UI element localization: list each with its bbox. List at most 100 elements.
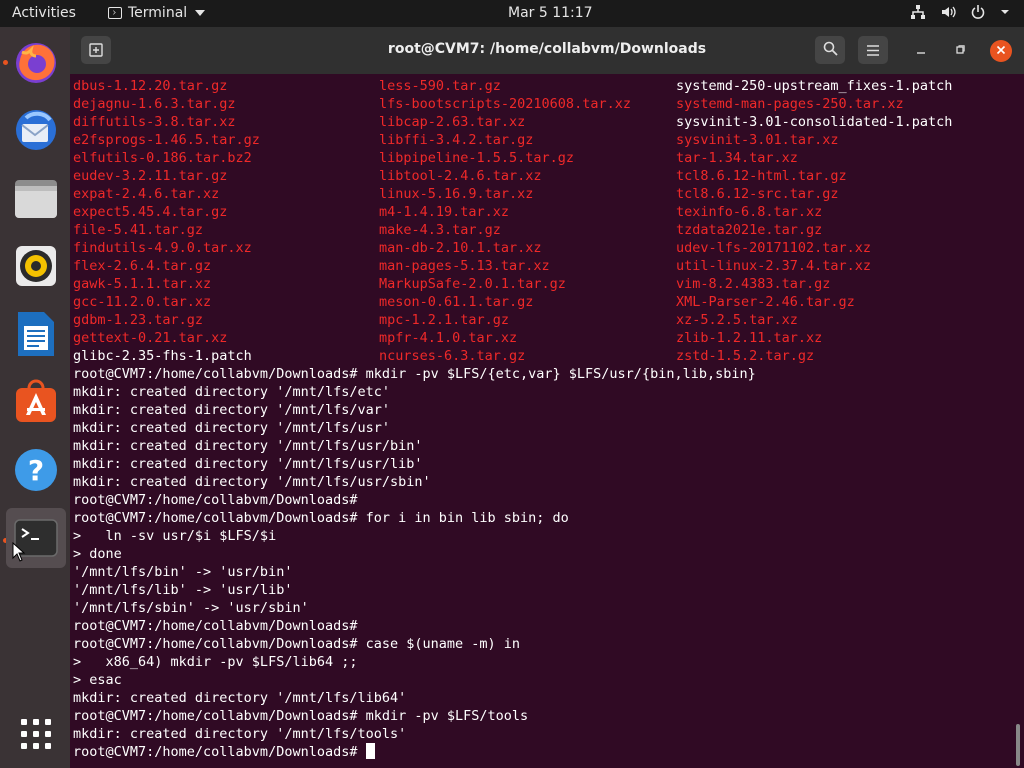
clock[interactable]: Mar 5 11:17 (508, 5, 593, 21)
terminal-line: mkdir: created directory '/mnt/lfs/lib64… (73, 690, 407, 706)
maximize-button[interactable] (949, 40, 971, 62)
terminal-line: root@CVM7:/home/collabvm/Downloads# mkdi… (73, 708, 529, 724)
writer-icon[interactable] (6, 304, 66, 364)
file-entry: flex-2.6.4.tar.gz (73, 258, 212, 274)
activities-button[interactable]: Activities (12, 5, 76, 21)
software-icon[interactable] (6, 372, 66, 432)
search-icon (823, 41, 838, 60)
file-entry: zstd-1.5.2.tar.gz (676, 348, 815, 364)
terminal-line: mkdir: created directory '/mnt/lfs/usr/l… (73, 456, 423, 472)
terminal-output[interactable]: dbus-1.12.20.tar.gz dejagnu-1.6.3.tar.gz d… (73, 77, 1011, 767)
file-entry: sysvinit-3.01.tar.xz (676, 132, 839, 148)
file-entry: XML-Parser-2.46.tar.gz (676, 294, 855, 310)
file-entry: xz-5.2.5.tar.xz (676, 312, 798, 328)
svg-text:?: ? (28, 454, 44, 487)
terminal-line: '/mnt/lfs/lib' -> 'usr/lib' (73, 582, 293, 598)
file-entry: gettext-0.21.tar.xz (73, 330, 228, 346)
minimize-button[interactable] (910, 40, 932, 62)
thunderbird-icon[interactable] (6, 100, 66, 160)
file-entry: tar-1.34.tar.xz (676, 150, 798, 166)
file-entry: meson-0.61.1.tar.gz (379, 294, 534, 310)
file-entry: linux-5.16.9.tar.xz (379, 186, 534, 202)
close-button[interactable] (990, 40, 1012, 62)
file-column-2: less-590.tar.gz lfs-bootscripts-20210608.… (379, 77, 631, 365)
terminal-line: mkdir: created directory '/mnt/lfs/var' (73, 402, 390, 418)
file-entry: libcap-2.63.tar.xz (379, 114, 526, 130)
file-entry: man-pages-5.13.tar.xz (379, 258, 550, 274)
file-entry: MarkupSafe-2.0.1.tar.gz (379, 276, 566, 292)
file-listing: dbus-1.12.20.tar.gz dejagnu-1.6.3.tar.gz d… (73, 77, 1011, 365)
help-icon[interactable]: ? (6, 440, 66, 500)
search-button[interactable] (815, 36, 845, 64)
dock: ? (0, 27, 70, 768)
top-bar: Activities Terminal Mar 5 11:17 (0, 0, 1024, 27)
file-entry: man-db-2.10.1.tar.xz (379, 240, 542, 256)
chevron-down-icon[interactable] (1000, 4, 1010, 20)
system-tray[interactable] (910, 4, 1010, 20)
file-entry: make-4.3.tar.gz (379, 222, 501, 238)
file-entry: systemd-man-pages-250.tar.xz (676, 96, 904, 112)
file-entry: m4-1.4.19.tar.xz (379, 204, 510, 220)
current-prompt-line[interactable]: root@CVM7:/home/collabvm/Downloads# (73, 743, 1011, 761)
network-icon[interactable] (910, 4, 926, 20)
file-entry: diffutils-3.8.tar.xz (73, 114, 236, 130)
menu-button[interactable] (858, 36, 888, 64)
file-entry: libtool-2.4.6.tar.xz (379, 168, 542, 184)
file-entry: tzdata2021e.tar.gz (676, 222, 823, 238)
chevron-down-icon (195, 10, 206, 16)
file-entry: mpc-1.2.1.tar.gz (379, 312, 510, 328)
close-icon (996, 44, 1006, 59)
file-column-1: dbus-1.12.20.tar.gz dejagnu-1.6.3.tar.gz d… (73, 77, 260, 365)
file-entry: glibc-2.35-fhs-1.patch (73, 348, 252, 364)
file-entry: zlib-1.2.11.tar.xz (676, 330, 823, 346)
rhythmbox-icon[interactable] (6, 236, 66, 296)
terminal-line: mkdir: created directory '/mnt/lfs/usr/b… (73, 438, 423, 454)
file-entry: tcl8.6.12-html.tar.gz (676, 168, 847, 184)
file-entry: libpipeline-1.5.5.tar.gz (379, 150, 575, 166)
file-entry: systemd-250-upstream_fixes-1.patch (676, 78, 953, 94)
terminal-line: '/mnt/lfs/bin' -> 'usr/bin' (73, 564, 293, 580)
file-entry: texinfo-6.8.tar.xz (676, 204, 823, 220)
file-entry: dejagnu-1.6.3.tar.gz (73, 96, 236, 112)
terminal-line: mkdir: created directory '/mnt/lfs/etc' (73, 384, 390, 400)
file-entry: gdbm-1.23.tar.gz (73, 312, 204, 328)
terminal-line: '/mnt/lfs/sbin' -> 'usr/sbin' (73, 600, 309, 616)
terminal-line: mkdir: created directory '/mnt/lfs/usr' (73, 420, 390, 436)
file-entry: mpfr-4.1.0.tar.xz (379, 330, 518, 346)
file-entry: dbus-1.12.20.tar.gz (73, 78, 228, 94)
file-column-3: systemd-250-upstream_fixes-1.patchsystem… (676, 77, 952, 365)
file-entry: sysvinit-3.01-consolidated-1.patch (676, 114, 953, 130)
file-entry: vim-8.2.4383.tar.gz (676, 276, 831, 292)
terminal-line: root@CVM7:/home/collabvm/Downloads# for … (73, 510, 569, 526)
file-entry: tcl8.6.12-src.tar.gz (676, 186, 839, 202)
volume-icon[interactable] (940, 4, 956, 20)
file-entry: eudev-3.2.11.tar.gz (73, 168, 228, 184)
files-icon[interactable] (6, 168, 66, 228)
terminal-line: root@CVM7:/home/collabvm/Downloads# mkdi… (73, 366, 756, 382)
file-entry: less-590.tar.gz (379, 78, 501, 94)
file-entry: lfs-bootscripts-20210608.tar.xz (379, 96, 631, 112)
terminal-line: > done (73, 546, 122, 562)
firefox-icon[interactable] (6, 32, 66, 92)
scrollbar[interactable] (1016, 724, 1020, 766)
file-entry: gcc-11.2.0.tar.xz (73, 294, 212, 310)
power-icon[interactable] (970, 4, 986, 20)
prompt: root@CVM7:/home/collabvm/Downloads# (73, 744, 366, 760)
hamburger-icon (867, 41, 879, 60)
minimize-icon (916, 44, 926, 59)
terminal-line: > x86_64) mkdir -pv $LFS/lib64 ;; (73, 654, 358, 670)
terminal-small-icon (108, 7, 122, 19)
file-entry: elfutils-0.186.tar.bz2 (73, 150, 252, 166)
file-entry: findutils-4.9.0.tar.xz (73, 240, 252, 256)
command-history: root@CVM7:/home/collabvm/Downloads# mkdi… (73, 365, 1011, 743)
app-menu[interactable]: Terminal (108, 5, 206, 21)
terminal-line: root@CVM7:/home/collabvm/Downloads# (73, 492, 358, 508)
terminal-line: root@CVM7:/home/collabvm/Downloads# (73, 618, 358, 634)
terminal-line: mkdir: created directory '/mnt/lfs/usr/s… (73, 474, 431, 490)
maximize-icon (955, 44, 965, 59)
title-bar[interactable]: root@CVM7: /home/collabvm/Downloads (70, 27, 1024, 74)
file-entry: udev-lfs-20171102.tar.xz (676, 240, 872, 256)
terminal-line: mkdir: created directory '/mnt/lfs/tools… (73, 726, 407, 742)
app-grid-icon[interactable] (6, 704, 66, 764)
file-entry: file-5.41.tar.gz (73, 222, 204, 238)
